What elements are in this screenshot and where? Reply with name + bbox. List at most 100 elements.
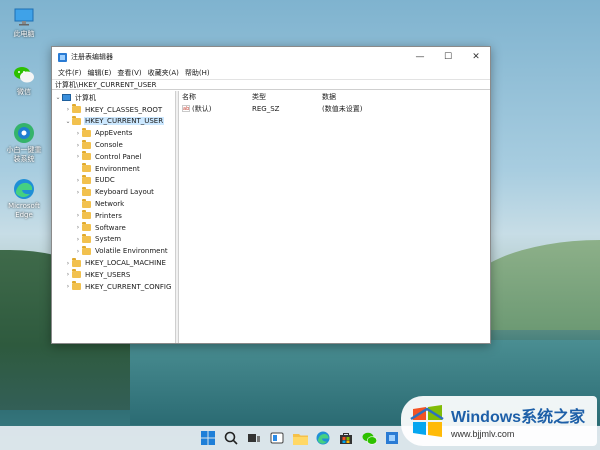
chevron-right-icon[interactable]: ›	[74, 130, 82, 137]
window-title: 注册表编辑器	[71, 53, 113, 61]
tree-item-subkey[interactable]: › Software	[52, 222, 175, 234]
value-type: REG_SZ	[252, 104, 280, 113]
tree-item-hkey-users[interactable]: › HKEY_USERS	[52, 269, 175, 281]
watermark-url: www.bjjmlv.com	[451, 429, 515, 439]
folder-open-icon	[72, 115, 81, 125]
monitor-icon	[13, 6, 35, 28]
folder-icon	[82, 174, 91, 184]
edge-icon	[13, 178, 35, 200]
tree-item-subkey[interactable]: › Keyboard Layout	[52, 186, 175, 198]
tree-item-subkey[interactable]: Network	[52, 198, 175, 210]
chevron-right-icon[interactable]: ›	[64, 260, 72, 267]
folder-icon	[82, 186, 91, 196]
folder-icon	[82, 127, 91, 137]
tree-item-hkey-current-config[interactable]: › HKEY_CURRENT_CONFIG	[52, 281, 175, 293]
chevron-right-icon[interactable]: ›	[74, 177, 82, 184]
tree-item-subkey[interactable]: › AppEvents	[52, 127, 175, 139]
folder-icon	[82, 222, 91, 232]
computer-icon	[62, 94, 71, 102]
file-explorer-icon[interactable]	[292, 430, 308, 446]
desktop-icon-this-pc[interactable]: 此电脑	[4, 6, 44, 39]
folder-icon	[82, 198, 91, 208]
folder-icon	[82, 233, 91, 243]
folder-icon	[72, 104, 81, 114]
tree-item-subkey[interactable]: › Printers	[52, 210, 175, 222]
key-tree: ⌄ 计算机 › HKEY_CLASSES_ROOT ⌄ HKEY_CURRENT…	[52, 91, 176, 343]
chevron-right-icon[interactable]: ›	[64, 106, 72, 113]
wechat-icon[interactable]	[361, 430, 377, 446]
minimize-button[interactable]: —	[406, 47, 434, 67]
chevron-right-icon[interactable]: ›	[64, 271, 72, 278]
value-row-default[interactable]: ab (默认) REG_SZ (数值未设置)	[182, 103, 490, 114]
menu-edit[interactable]: 编辑(E)	[85, 68, 115, 78]
desktop-icon-label: 此电脑	[13, 30, 35, 38]
widgets-icon[interactable]	[269, 430, 285, 446]
chevron-right-icon[interactable]: ›	[74, 189, 82, 196]
store-icon[interactable]	[338, 430, 354, 446]
desktop-icon-xiaobai[interactable]: 小白一键重装系统	[4, 122, 44, 164]
menu-file[interactable]: 文件(F)	[55, 68, 85, 78]
desktop-icon-wechat[interactable]: 微信	[4, 64, 44, 97]
registry-editor-window: 注册表编辑器 — ☐ ✕ 文件(F) 编辑(E) 查看(V) 收藏夹(A) 帮助…	[51, 46, 491, 344]
tree-item-hkey-classes-root[interactable]: › HKEY_CLASSES_ROOT	[52, 104, 175, 116]
watermark-brand: Windows系统之家	[451, 409, 586, 426]
windows-logo-icon	[409, 403, 445, 439]
column-header-name[interactable]: 名称	[182, 92, 252, 102]
desktop-icon-label: 微信	[17, 88, 31, 96]
tree-item-hkey-current-user[interactable]: ⌄ HKEY_CURRENT_USER	[52, 115, 175, 128]
site-watermark: Windows系统之家 www.bjjmlv.com	[401, 396, 597, 446]
tree-item-subkey[interactable]: › Volatile Environment	[52, 245, 175, 257]
address-bar[interactable]: 计算机\HKEY_CURRENT_USER	[52, 79, 490, 90]
tree-item-computer[interactable]: ⌄ 计算机	[52, 92, 175, 104]
tree-item-subkey[interactable]: › Control Panel	[52, 151, 175, 163]
tree-item-hkey-local-machine[interactable]: › HKEY_LOCAL_MACHINE	[52, 257, 175, 269]
desktop-icon-edge[interactable]: Microsoft Edge	[4, 178, 44, 220]
column-header-type[interactable]: 类型	[252, 92, 322, 102]
search-icon[interactable]	[223, 430, 239, 446]
tree-item-subkey[interactable]: › Console	[52, 139, 175, 151]
chevron-right-icon[interactable]: ›	[74, 142, 82, 149]
start-icon[interactable]	[200, 430, 216, 446]
chevron-right-icon[interactable]: ›	[74, 236, 82, 243]
desktop-icon-label: 小白一键重装系统	[6, 146, 42, 163]
tree-item-subkey[interactable]: › System	[52, 233, 175, 246]
regedit-app-icon	[58, 52, 67, 62]
folder-icon	[82, 210, 91, 220]
edge-icon[interactable]	[315, 430, 331, 446]
regedit-icon[interactable]	[384, 430, 400, 446]
values-header: 名称 类型 数据	[182, 91, 490, 103]
tree-item-subkey[interactable]: Environment	[52, 163, 175, 175]
close-button[interactable]: ✕	[462, 47, 490, 67]
values-list: 名称 类型 数据 ab (默认) REG_SZ (数值未设置)	[179, 91, 490, 343]
value-data: (数值未设置)	[322, 104, 363, 113]
tree-item-subkey[interactable]: › EUDC	[52, 174, 175, 187]
editor-panes: ⌄ 计算机 › HKEY_CLASSES_ROOT ⌄ HKEY_CURRENT…	[52, 91, 490, 343]
chevron-down-icon[interactable]: ⌄	[64, 118, 72, 125]
desktop-icon-label: Microsoft Edge	[8, 202, 40, 219]
column-header-data[interactable]: 数据	[322, 92, 490, 102]
chevron-right-icon[interactable]: ›	[74, 248, 82, 255]
folder-icon	[82, 163, 91, 173]
folder-icon	[82, 245, 91, 255]
chevron-down-icon[interactable]: ⌄	[54, 94, 62, 101]
folder-icon	[72, 281, 81, 291]
task-view-icon[interactable]	[246, 430, 262, 446]
folder-icon	[82, 139, 91, 149]
maximize-button[interactable]: ☐	[434, 47, 462, 67]
chevron-right-icon[interactable]: ›	[64, 283, 72, 290]
wechat-icon	[13, 64, 35, 86]
chevron-right-icon[interactable]: ›	[74, 212, 82, 219]
folder-icon	[72, 269, 81, 279]
menu-favorites[interactable]: 收藏夹(A)	[145, 68, 182, 78]
chevron-right-icon[interactable]: ›	[74, 224, 82, 231]
folder-icon	[82, 151, 91, 161]
xiaobai-reinstall-icon	[13, 122, 35, 144]
menu-bar: 文件(F) 编辑(E) 查看(V) 收藏夹(A) 帮助(H)	[52, 67, 490, 79]
title-bar[interactable]: 注册表编辑器 — ☐ ✕	[52, 47, 490, 67]
menu-view[interactable]: 查看(V)	[114, 68, 144, 78]
chevron-right-icon[interactable]: ›	[74, 153, 82, 160]
string-value-icon: ab	[182, 105, 190, 112]
value-name: (默认)	[192, 104, 212, 113]
menu-help[interactable]: 帮助(H)	[182, 68, 213, 78]
folder-icon	[72, 257, 81, 267]
